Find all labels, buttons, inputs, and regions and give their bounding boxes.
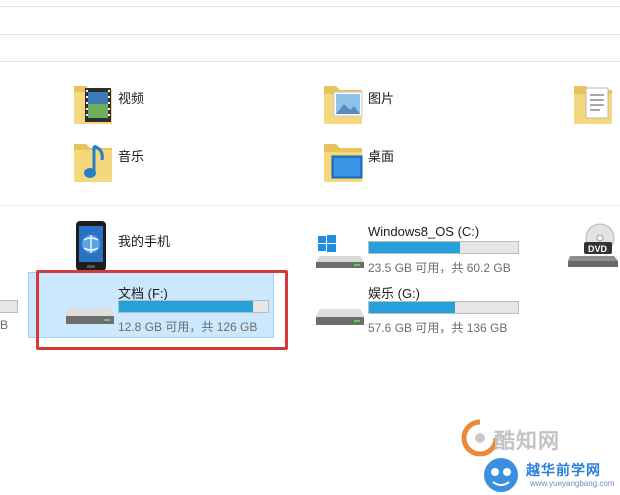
video-folder-icon	[74, 86, 112, 124]
pictures-folder-icon	[324, 86, 363, 124]
drive-usage-bar	[0, 300, 18, 313]
svg-text:DVD: DVD	[588, 244, 608, 254]
divider	[0, 61, 620, 62]
folder-label: 图片	[368, 91, 395, 106]
folder-label: 音乐	[118, 149, 145, 164]
drive-c[interactable]: Windows8_OS (C:) 23.5 GB 可用，共 60.2 GB	[312, 220, 527, 276]
folder-desktop[interactable]: 桌面	[320, 138, 500, 188]
dvd-drive-icon: DVD	[568, 223, 618, 267]
highlight-box	[36, 270, 288, 350]
folder-videos[interactable]: 视频	[70, 80, 250, 130]
watermark-mascot-icon	[484, 458, 518, 492]
drive-usage-fill	[369, 242, 460, 253]
drive-label: 娱乐 (G:)	[368, 286, 420, 301]
folder-label: 视频	[118, 91, 145, 106]
drive-usage-bar	[368, 241, 519, 254]
music-folder-icon	[74, 144, 112, 182]
watermark-url: www.yueyangbang.com	[530, 479, 615, 488]
desktop-folder-icon	[324, 144, 363, 182]
folder-music[interactable]: 音乐	[70, 138, 250, 188]
drive-free-text: 23.5 GB 可用，共 60.2 GB	[368, 261, 511, 275]
top-strip	[0, 0, 620, 62]
section-divider	[0, 205, 620, 206]
hard-drive-icon	[316, 309, 364, 325]
folder-pictures[interactable]: 图片	[320, 80, 500, 130]
divider	[0, 34, 620, 35]
document-folder-icon	[574, 86, 612, 124]
drive-usage-bar	[368, 301, 519, 314]
watermark-text: 越华前学网	[526, 462, 601, 478]
drive-g[interactable]: 娱乐 (G:) 57.6 GB 可用，共 136 GB	[312, 281, 527, 337]
dvd-drive[interactable]: DVD	[566, 222, 620, 270]
divider	[0, 6, 620, 7]
windows-logo-icon	[316, 235, 364, 268]
device-phone[interactable]: 我的手机	[70, 220, 250, 272]
watermark-text: 酷知网	[494, 430, 560, 453]
drive-free-text: B	[0, 318, 9, 332]
drive-usage-fill	[369, 302, 456, 313]
device-label: 我的手机	[118, 234, 171, 249]
drive-label: Windows8_OS (C:)	[368, 224, 480, 239]
folder-documents[interactable]	[570, 80, 620, 130]
phone-icon	[76, 221, 106, 271]
folder-label: 桌面	[368, 149, 395, 164]
drive-free-text: 57.6 GB 可用，共 136 GB	[368, 321, 508, 335]
